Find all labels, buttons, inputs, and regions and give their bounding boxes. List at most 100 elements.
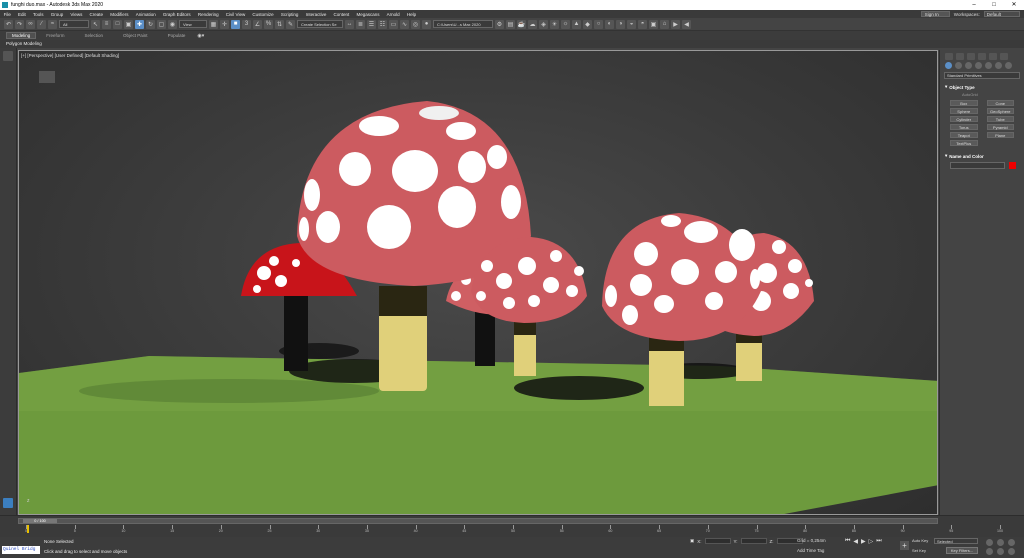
- name-color-title[interactable]: Name and Color: [949, 154, 984, 159]
- object-type-title[interactable]: Object Type: [949, 85, 974, 90]
- perspective-viewport[interactable]: [+] [Perspective] [User Defined] [Defaul…: [18, 50, 938, 515]
- select-scale-icon[interactable]: ▢: [157, 19, 166, 29]
- megascans-settings-icon[interactable]: ◀: [682, 19, 691, 29]
- percent-snap-icon[interactable]: %: [264, 19, 273, 29]
- minimize-button[interactable]: –: [964, 0, 984, 10]
- zoom-all-icon[interactable]: [997, 539, 1004, 546]
- close-button[interactable]: ✕: [1004, 0, 1024, 10]
- megascans-icon[interactable]: ▣: [649, 19, 658, 29]
- plane-button[interactable]: Plane: [986, 132, 1014, 138]
- selection-filter-select[interactable]: All: [59, 20, 89, 28]
- mirror-icon[interactable]: ↔: [345, 19, 354, 29]
- previous-frame-icon[interactable]: ◀: [853, 538, 858, 545]
- display-tab-icon[interactable]: [989, 53, 997, 60]
- arnold-volume-icon[interactable]: ◑: [616, 19, 625, 29]
- viewport-layout-icon[interactable]: [3, 498, 13, 508]
- systems-icon[interactable]: [1005, 62, 1012, 69]
- menu-customize[interactable]: Customize: [249, 12, 277, 17]
- playhead[interactable]: [27, 525, 29, 533]
- reference-coordinate-select[interactable]: View: [179, 20, 207, 28]
- menu-rendering[interactable]: Rendering: [194, 12, 222, 17]
- layer-explorer-icon[interactable]: ☷: [378, 19, 387, 29]
- time-slider-thumb[interactable]: 0 / 100: [23, 519, 57, 523]
- menu-civil-view[interactable]: Civil View: [222, 12, 249, 17]
- arnold-render-view-icon[interactable]: ◒: [627, 19, 636, 29]
- select-place-icon[interactable]: ◉: [168, 19, 177, 29]
- fov-icon[interactable]: [986, 548, 993, 555]
- cameras-icon[interactable]: [975, 62, 982, 69]
- tube-button[interactable]: Tube: [986, 116, 1014, 122]
- material-editor-icon[interactable]: ●: [422, 19, 431, 29]
- menu-arnold[interactable]: Arnold: [383, 12, 403, 17]
- absolute-mode-icon[interactable]: ▣: [690, 538, 694, 544]
- select-object-icon[interactable]: ↖: [91, 19, 100, 29]
- named-selection-set-select[interactable]: Create Selection Se: [297, 20, 343, 28]
- x-coordinate-field[interactable]: [704, 538, 731, 544]
- menu-animation[interactable]: Animation: [132, 12, 159, 17]
- orbit-icon[interactable]: [1008, 548, 1015, 555]
- torus-button[interactable]: Torus: [950, 124, 978, 130]
- cylinder-button[interactable]: Cylinder: [950, 116, 978, 122]
- menu-file[interactable]: File: [0, 12, 14, 17]
- pyramid-button[interactable]: Pyramid: [986, 124, 1014, 130]
- arnold-light-icon[interactable]: ☼: [561, 19, 570, 29]
- viewport-label[interactable]: [+] [Perspective] [User Defined] [Defaul…: [21, 53, 119, 58]
- lights-icon[interactable]: [965, 62, 972, 69]
- y-coordinate-field[interactable]: [740, 538, 767, 544]
- tab-modeling[interactable]: Modeling: [6, 32, 37, 39]
- go-to-start-icon[interactable]: ⏮: [845, 538, 850, 545]
- menu-create[interactable]: Create: [86, 12, 107, 17]
- auto-key-button[interactable]: Auto Key: [912, 538, 928, 543]
- tab-freeform[interactable]: Freeform: [36, 33, 74, 38]
- viewcube-icon[interactable]: [39, 71, 55, 83]
- set-key-button[interactable]: Set Key: [912, 548, 926, 553]
- menu-megascans[interactable]: Megascans: [353, 12, 383, 17]
- render-iterative-icon[interactable]: ◈: [539, 19, 548, 29]
- snaps-toggle-icon[interactable]: 3: [242, 19, 251, 29]
- region-select-icon[interactable]: □: [113, 19, 122, 29]
- align-icon[interactable]: ≣: [356, 19, 365, 29]
- toggle-ribbon-icon[interactable]: ▭: [389, 19, 398, 29]
- teapot-button[interactable]: Teapot: [950, 132, 978, 138]
- key-mode-select[interactable]: Selected: [934, 538, 978, 544]
- next-frame-icon[interactable]: ▷: [869, 538, 874, 545]
- track-bar[interactable]: 0 5 10 15 20 25 30 35 40 45 50 55 60 65 70 75 80 85 90 95 10…: [18, 525, 1008, 537]
- zoom-icon[interactable]: [986, 539, 993, 546]
- render-setup-icon[interactable]: ⚙: [495, 19, 504, 29]
- render-cloud-icon[interactable]: ☁: [528, 19, 537, 29]
- geometry-icon[interactable]: [945, 62, 952, 69]
- menu-content[interactable]: Content: [330, 12, 353, 17]
- menu-help[interactable]: Help: [403, 12, 419, 17]
- menu-scripting[interactable]: Scripting: [277, 12, 302, 17]
- box-button[interactable]: Box: [950, 100, 978, 106]
- tab-object-paint[interactable]: Object Paint: [113, 33, 158, 38]
- play-icon[interactable]: ▶: [861, 538, 866, 545]
- arnold-sky-icon[interactable]: ○: [594, 19, 603, 29]
- edit-named-sets-icon[interactable]: ✎: [286, 19, 295, 29]
- link-icon[interactable]: ∞: [26, 19, 35, 29]
- time-slider[interactable]: 0 / 100: [18, 518, 938, 524]
- go-to-end-icon[interactable]: ⏭: [876, 538, 881, 545]
- megascans-export-icon[interactable]: ▶: [671, 19, 680, 29]
- primitive-category-select[interactable]: Standard Primitives: [944, 72, 1020, 79]
- menu-graph-editors[interactable]: Graph Editors: [159, 12, 194, 17]
- unlink-icon[interactable]: ∕: [37, 19, 46, 29]
- menu-tools[interactable]: Tools: [29, 12, 47, 17]
- ribbon-options-icon[interactable]: ◉▾: [197, 33, 204, 39]
- arnold-tx-icon[interactable]: ◓: [638, 19, 647, 29]
- key-filters-button[interactable]: Key Filters...: [946, 547, 978, 554]
- object-name-field[interactable]: [950, 162, 1005, 169]
- sphere-button[interactable]: Sphere: [950, 108, 978, 114]
- tab-selection[interactable]: Selection: [75, 33, 114, 38]
- arnold-render-icon[interactable]: ☀: [550, 19, 559, 29]
- motion-tab-icon[interactable]: [978, 53, 986, 60]
- space-warps-icon[interactable]: [995, 62, 1002, 69]
- modify-tab-icon[interactable]: [956, 53, 964, 60]
- window-crossing-icon[interactable]: ▣: [124, 19, 133, 29]
- textplus-button[interactable]: TextPlus: [950, 140, 978, 146]
- arnold-mesh-icon[interactable]: ◆: [583, 19, 592, 29]
- render-production-icon[interactable]: ☕: [517, 19, 526, 29]
- menu-modifiers[interactable]: Modifiers: [107, 12, 132, 17]
- add-time-tag[interactable]: Add Time Tag: [797, 548, 824, 553]
- cone-button[interactable]: Cone: [986, 100, 1014, 106]
